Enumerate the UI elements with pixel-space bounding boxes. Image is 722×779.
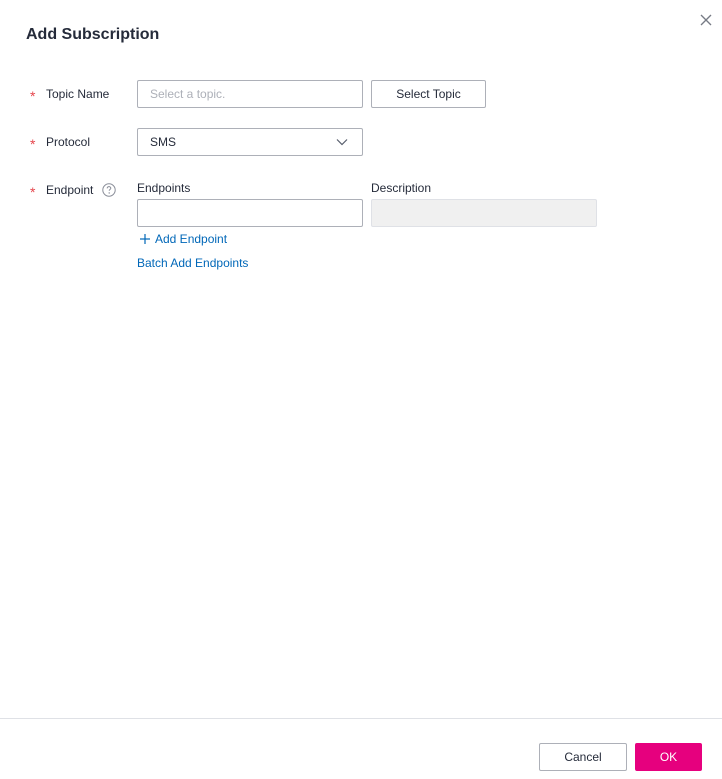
protocol-select[interactable]: SMS bbox=[137, 128, 363, 156]
protocol-label: Protocol bbox=[46, 135, 91, 149]
endpoints-column-header: Endpoints bbox=[137, 181, 191, 195]
chevron-down-icon bbox=[336, 139, 348, 146]
required-asterisk: * bbox=[30, 184, 36, 200]
plus-icon bbox=[140, 234, 150, 244]
close-icon[interactable] bbox=[698, 12, 714, 28]
add-endpoint-link[interactable]: Add Endpoint bbox=[139, 231, 227, 247]
ok-button[interactable]: OK bbox=[635, 743, 702, 771]
question-circle-icon[interactable] bbox=[102, 183, 117, 197]
select-topic-button[interactable]: Select Topic bbox=[371, 80, 486, 108]
description-column-header: Description bbox=[371, 181, 432, 195]
endpoint-input[interactable] bbox=[137, 199, 363, 227]
dialog-title: Add Subscription bbox=[26, 26, 160, 43]
required-asterisk: * bbox=[30, 88, 36, 104]
footer-divider bbox=[0, 718, 722, 719]
topic-name-label: Topic Name bbox=[46, 87, 110, 101]
endpoint-label-wrap: * Endpoint bbox=[30, 176, 117, 204]
description-input bbox=[371, 199, 597, 227]
topic-label-wrap: * Topic Name bbox=[30, 80, 109, 108]
batch-add-endpoints-link[interactable]: Batch Add Endpoints bbox=[137, 255, 248, 271]
add-subscription-dialog: Add Subscription * Topic Name Select Top… bbox=[0, 0, 722, 779]
cancel-button[interactable]: Cancel bbox=[539, 743, 627, 771]
endpoint-label: Endpoint bbox=[46, 183, 94, 197]
protocol-selected-value: SMS bbox=[150, 135, 177, 149]
add-endpoint-label: Add Endpoint bbox=[155, 232, 228, 246]
protocol-label-wrap: * Protocol bbox=[30, 128, 90, 156]
topic-name-input[interactable] bbox=[137, 80, 363, 108]
required-asterisk: * bbox=[30, 136, 36, 152]
